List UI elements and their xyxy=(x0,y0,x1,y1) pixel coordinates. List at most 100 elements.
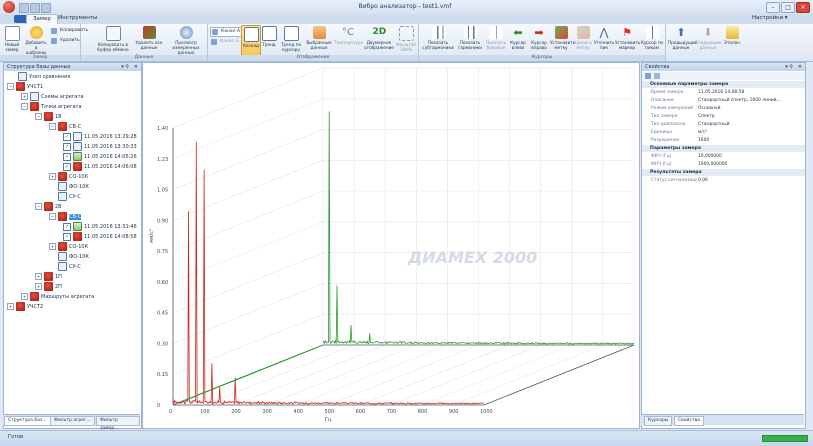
close-button[interactable]: ✕ xyxy=(796,2,810,13)
show-subharmonics-button[interactable]: Показать субгармоники xyxy=(421,25,455,54)
tree-item[interactable]: + Схемы агрегата xyxy=(4,92,141,102)
expand-icon[interactable]: + xyxy=(49,243,56,250)
checkbox-checked[interactable]: ✓ xyxy=(63,152,71,161)
tree-item[interactable]: + СО-10К xyxy=(4,172,141,182)
tree-item[interactable]: ✓ 11.05.2016 14:06:08 xyxy=(4,162,141,172)
tree-item[interactable]: + УЧСТ2 xyxy=(4,302,141,312)
copy-buffer-button[interactable]: Копировать в буфер обмена xyxy=(95,25,131,54)
tree-item[interactable]: ✓ 11.05.2016 13:29:28 xyxy=(4,132,141,142)
close-icon[interactable]: ✕ xyxy=(798,63,802,71)
tab-filter-measurements[interactable]: Фильтр замер... xyxy=(96,416,140,431)
collapse-icon[interactable]: − xyxy=(49,123,56,130)
redo-icon[interactable] xyxy=(41,3,51,13)
property-category[interactable]: Параметры замера xyxy=(642,145,805,152)
prev-data-button[interactable]: ⬆ Предыдущие данные xyxy=(668,25,697,54)
property-row[interactable]: Описание Стандартный спектр, 1600 линий..… xyxy=(642,97,805,104)
tree-item[interactable]: ✓ 11.05.2016 14:08:58 xyxy=(4,232,141,242)
chart-area[interactable]: ДИАМЕХ 2000 0 100 200 300 400 500 600 700 800 900… xyxy=(142,62,640,429)
tree-item[interactable]: СУ-С xyxy=(4,192,141,202)
property-row[interactable]: Разрешение 1600 xyxy=(642,137,805,144)
view-data-button[interactable]: Просмотр измеренных данных xyxy=(167,25,205,55)
trend-button[interactable]: Тренд xyxy=(261,25,277,54)
collapse-icon[interactable]: − xyxy=(35,113,42,120)
property-row[interactable]: Единицы м/с² xyxy=(642,129,805,136)
checkbox-checked[interactable]: ✓ xyxy=(63,142,71,151)
property-row[interactable]: Статус сигнализации 0,06 xyxy=(642,177,805,184)
property-category[interactable]: Основные параметры замера xyxy=(642,81,805,88)
collapse-icon[interactable]: − xyxy=(21,103,28,110)
add-template-button[interactable]: Добавить в шаблоны xyxy=(24,25,48,55)
property-category[interactable]: Результаты замера xyxy=(642,169,805,176)
delete-button[interactable]: Удалить xyxy=(50,37,80,45)
collapse-icon[interactable]: − xyxy=(35,203,42,210)
delete-all-button[interactable]: Удалить все данные xyxy=(133,25,165,54)
cascade-button[interactable]: Каскад xyxy=(241,25,261,56)
delete-mark-button[interactable]: Удалить метку xyxy=(573,25,593,54)
channel-b-button[interactable]: Канал Б xyxy=(210,38,239,46)
tree-item[interactable]: − СВ-С xyxy=(4,122,141,132)
property-row[interactable]: Режим измерений Основной xyxy=(642,105,805,112)
expand-icon[interactable]: + xyxy=(49,173,56,180)
cursor-right-button[interactable]: ➡ Курсор вправо xyxy=(529,25,549,54)
tab-cursors[interactable]: Курсоры xyxy=(644,416,673,426)
set-mark-button[interactable]: Установить метку xyxy=(550,25,575,54)
new-zamer-button[interactable]: Новый замер xyxy=(2,25,22,54)
checkbox-checked[interactable]: ✓ xyxy=(63,222,71,231)
tree-item[interactable]: Узел сравнения xyxy=(4,72,141,82)
tree-item[interactable]: ✓ 11.05.2016 14:05:26 xyxy=(4,152,141,162)
trend-cursor-button[interactable]: Тренд по курсору xyxy=(278,25,304,54)
checkbox-checked[interactable]: ✓ xyxy=(63,132,71,141)
expand-icon[interactable]: + xyxy=(21,293,28,300)
next-data-button[interactable]: ⬇ Следующие данные xyxy=(695,25,721,54)
minimize-button[interactable]: – xyxy=(766,2,780,13)
property-row[interactable]: Тип замера Спектр xyxy=(642,113,805,120)
show-harmonics-button[interactable]: Показать гармоники xyxy=(456,25,484,54)
app-menu-icon[interactable] xyxy=(3,1,15,13)
expand-icon[interactable]: + xyxy=(7,303,14,310)
pin-icon[interactable]: ▾ ⚲ xyxy=(785,63,793,71)
cursor-peaks-button[interactable]: Курсор по пикам xyxy=(640,25,664,54)
cascade-chart[interactable]: ДИАМЕХ 2000 0 100 200 300 400 500 600 700 800 900… xyxy=(143,63,639,428)
tree-item[interactable]: ФО-10К xyxy=(4,182,141,192)
settings-menu[interactable]: Настройки ▾ xyxy=(752,14,788,23)
tree-item[interactable]: + Маршруты агрегата xyxy=(4,292,141,302)
tab-properties[interactable]: Свойства xyxy=(674,416,704,426)
expand-icon[interactable]: + xyxy=(35,283,42,290)
scale-button[interactable]: Масштаб 100% xyxy=(395,25,417,54)
tree-item[interactable]: + СО-10К xyxy=(4,242,141,252)
pin-icon[interactable]: ▾ ⚲ xyxy=(121,63,129,71)
categorized-icon[interactable] xyxy=(645,73,651,79)
tree-item[interactable]: − УЧСТ1 xyxy=(4,82,141,92)
property-row[interactable]: Тип диапазона Стандартный xyxy=(642,121,805,128)
property-row[interactable]: ФВЧ (Гц) 10,000000 xyxy=(642,153,805,160)
tab-tools[interactable]: Инструменты xyxy=(52,14,103,23)
etalon-button[interactable]: Эталон xyxy=(722,25,742,54)
maximize-button[interactable]: □ xyxy=(781,2,795,13)
collapse-icon[interactable]: − xyxy=(49,213,56,220)
property-row[interactable]: ФНЧ (Гц) 1000,000000 xyxy=(642,161,805,168)
undo-icon[interactable] xyxy=(30,3,40,13)
alphabetical-icon[interactable] xyxy=(654,73,660,79)
set-marker-button[interactable]: ⚑ Установить маркер xyxy=(615,25,640,54)
expand-icon[interactable]: + xyxy=(21,93,28,100)
two-d-button[interactable]: 2D Двумерное отображение xyxy=(364,25,394,54)
property-row[interactable]: Время замера 11.05.2016 14:08:58 xyxy=(642,89,805,96)
clarify-peak-button[interactable]: ⋀ Уточнить пик xyxy=(594,25,614,54)
tree-item[interactable]: −1В xyxy=(4,112,141,122)
tree-item[interactable]: ✓ 11.05.2016 13:31:46 xyxy=(4,222,141,232)
tree-item[interactable]: ✓ 11.05.2016 13:30:33 xyxy=(4,142,141,152)
checkbox-checked[interactable]: ✓ xyxy=(63,162,71,171)
selected-data-button[interactable]: Выбранные данные xyxy=(305,25,333,54)
tree-item[interactable]: − Точки агрегата xyxy=(4,102,141,112)
tree-item[interactable]: +2П xyxy=(4,282,141,292)
show-sidebands-button[interactable]: Показать боковые xyxy=(485,25,507,54)
tab-structure[interactable]: Структура баз... xyxy=(4,416,51,426)
expand-icon[interactable]: + xyxy=(35,273,42,280)
tree-view[interactable]: Узел сравнения − УЧСТ1 + Схемы агрегата − Т… xyxy=(4,72,141,312)
tree-item[interactable]: ФО-10К xyxy=(4,252,141,262)
tree-item[interactable]: −2В xyxy=(4,202,141,212)
tree-item[interactable]: СУ-С xyxy=(4,262,141,272)
save-icon[interactable] xyxy=(19,3,29,13)
temperature-button[interactable]: °C Температура xyxy=(334,25,363,54)
close-icon[interactable]: ✕ xyxy=(134,63,138,71)
